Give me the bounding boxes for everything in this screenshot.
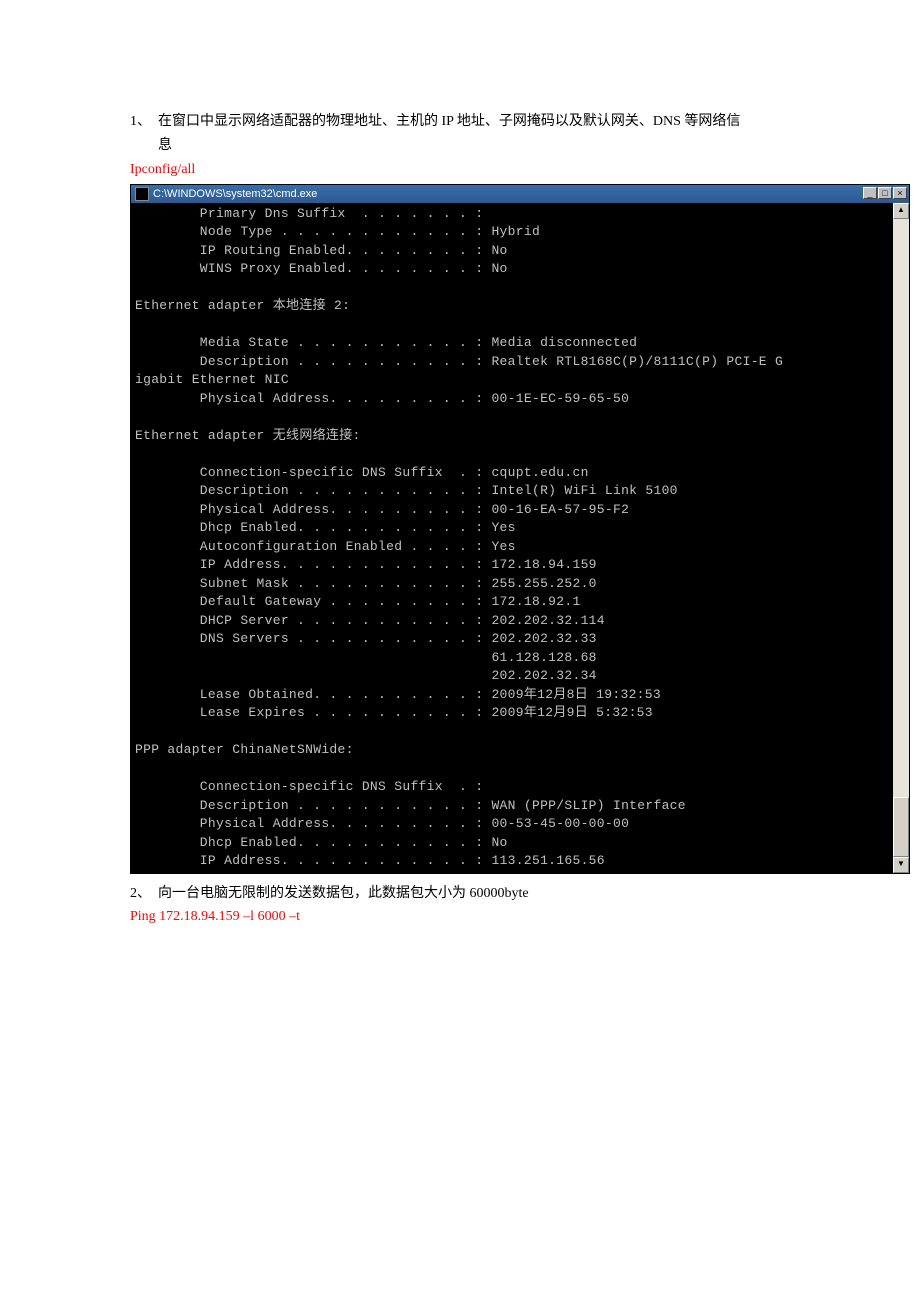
terminal-wrap: Primary Dns Suffix . . . . . . . : Node … bbox=[131, 203, 909, 873]
q2-number: 2、 bbox=[130, 882, 158, 906]
q2-text: 向一台电脑无限制的发送数据包，此数据包大小为 60000byte bbox=[158, 882, 778, 906]
question-1: 1、在窗口中显示网络适配器的物理地址、主机的 IP 地址、子网掩码以及默认网关、… bbox=[130, 110, 790, 158]
scroll-down-button[interactable]: ▼ bbox=[893, 857, 909, 873]
cmd-window: C:\WINDOWS\system32\cmd.exe _ □ × Primar… bbox=[130, 184, 910, 874]
q1-text-line2: 息 bbox=[158, 134, 790, 158]
q1-text-line1: 在窗口中显示网络适配器的物理地址、主机的 IP 地址、子网掩码以及默认网关、DN… bbox=[158, 110, 778, 134]
question-2: 2、向一台电脑无限制的发送数据包，此数据包大小为 60000byte bbox=[130, 882, 790, 906]
scroll-track[interactable] bbox=[893, 219, 909, 857]
scroll-thumb[interactable] bbox=[893, 797, 909, 857]
window-title: C:\WINDOWS\system32\cmd.exe bbox=[153, 188, 317, 200]
close-button[interactable]: × bbox=[893, 187, 907, 199]
maximize-button[interactable]: □ bbox=[878, 187, 892, 199]
minimize-button[interactable]: _ bbox=[863, 187, 877, 199]
titlebar[interactable]: C:\WINDOWS\system32\cmd.exe _ □ × bbox=[131, 185, 909, 203]
q1-number: 1、 bbox=[130, 110, 158, 134]
scrollbar[interactable]: ▲ ▼ bbox=[893, 203, 909, 873]
scroll-up-button[interactable]: ▲ bbox=[893, 203, 909, 219]
cmd-icon bbox=[135, 187, 149, 201]
q2-answer: Ping 172.18.94.159 –l 6000 –t bbox=[130, 909, 790, 925]
document-page: 1、在窗口中显示网络适配器的物理地址、主机的 IP 地址、子网掩码以及默认网关、… bbox=[0, 0, 920, 1302]
terminal-output[interactable]: Primary Dns Suffix . . . . . . . : Node … bbox=[131, 203, 893, 873]
window-buttons: _ □ × bbox=[863, 187, 907, 199]
q1-answer: Ipconfig/all bbox=[130, 162, 790, 178]
